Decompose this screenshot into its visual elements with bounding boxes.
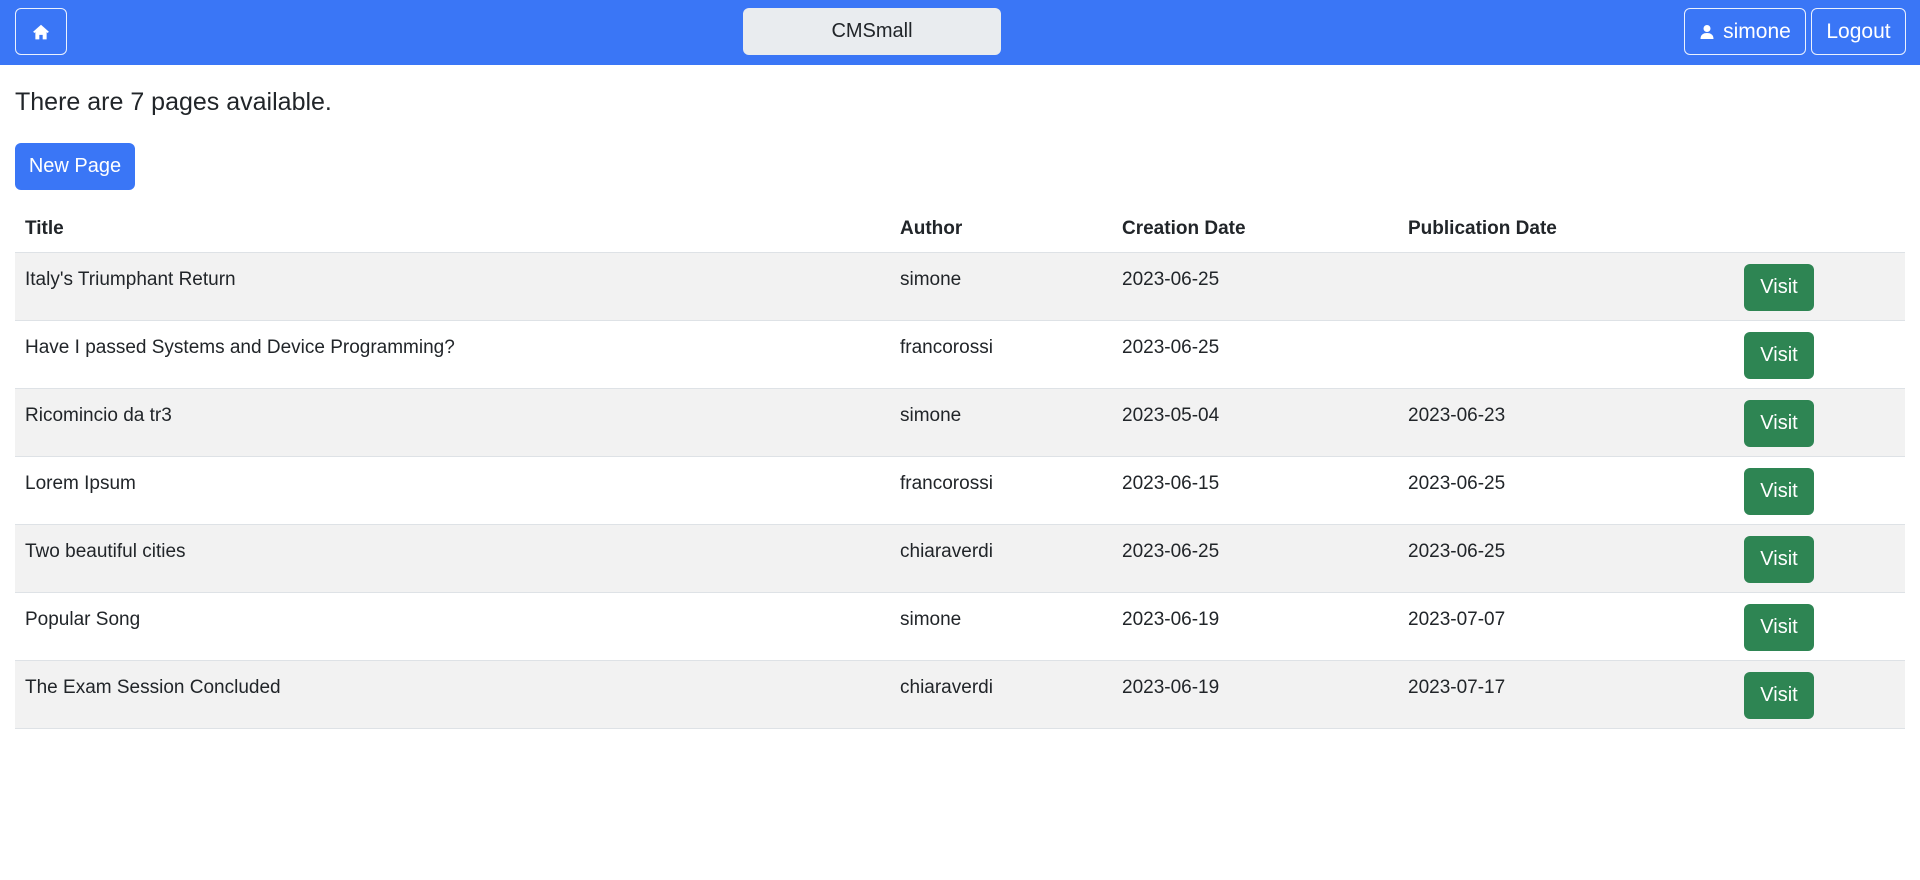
visit-button[interactable]: Visit (1744, 604, 1814, 651)
cell-creation-date: 2023-06-25 (1122, 269, 1220, 290)
header-publication-date: Publication Date (1408, 218, 1557, 239)
cell-title: The Exam Session Concluded (25, 677, 281, 698)
table-row: Two beautiful cities chiaraverdi 2023-06-2… (15, 525, 1905, 593)
cell-creation-date: 2023-06-15 (1122, 473, 1220, 494)
cell-publication-date: 2023-06-23 (1408, 405, 1506, 426)
cell-author: simone (900, 405, 962, 426)
visit-button[interactable]: Visit (1744, 468, 1814, 515)
new-page-button[interactable]: New Page (15, 143, 135, 190)
user-button[interactable]: simone (1684, 8, 1806, 55)
cell-creation-date: 2023-05-04 (1122, 405, 1220, 426)
table-body: Italy's Triumphant Return simone 2023-06-2… (15, 253, 1905, 729)
cell-creation-date: 2023-06-25 (1122, 337, 1220, 358)
cell-author: francorossi (900, 337, 993, 358)
table-row: Italy's Triumphant Return simone 2023-06-2… (15, 253, 1905, 321)
cell-publication-date: 2023-06-25 (1408, 541, 1506, 562)
cell-author: chiaraverdi (900, 677, 993, 698)
cell-title: Popular Song (25, 609, 141, 630)
username-label: simone (1723, 19, 1791, 43)
cell-author: francorossi (900, 473, 993, 494)
app-brand[interactable]: CMSmall (743, 8, 1001, 55)
visit-button[interactable]: Visit (1744, 672, 1814, 719)
house-icon (32, 23, 50, 41)
person-icon (1699, 24, 1715, 40)
cell-title: Lorem Ipsum (25, 473, 136, 494)
cell-publication-date: 2023-07-07 (1408, 609, 1506, 630)
cell-creation-date: 2023-06-19 (1122, 677, 1220, 698)
header-creation-date: Creation Date (1122, 218, 1246, 239)
visit-button[interactable]: Visit (1744, 264, 1814, 311)
visit-button[interactable]: Visit (1744, 400, 1814, 447)
visit-button[interactable]: Visit (1744, 332, 1814, 379)
cell-title: Ricomincio da tr3 (25, 405, 172, 426)
cell-creation-date: 2023-06-25 (1122, 541, 1220, 562)
cell-author: chiaraverdi (900, 541, 993, 562)
cell-creation-date: 2023-06-19 (1122, 609, 1220, 630)
cell-author: simone (900, 609, 962, 630)
cell-title: Have I passed Systems and Device Program… (25, 337, 455, 358)
table-row: Lorem Ipsum francorossi 2023-06-15 2023-06-… (15, 457, 1905, 525)
navbar: CMSmall simone Logout (0, 0, 1920, 65)
cell-publication-date: 2023-07-17 (1408, 677, 1506, 698)
header-author: Author (900, 218, 963, 239)
table-row: Have I passed Systems and Device Program… (15, 321, 1905, 389)
logout-button[interactable]: Logout (1811, 8, 1906, 55)
table-row: Ricomincio da tr3 simone 2023-05-04 2023-06… (15, 389, 1905, 457)
table-row: The Exam Session Concluded chiaraverdi 202… (15, 661, 1905, 729)
cell-author: simone (900, 269, 962, 290)
cell-publication-date: 2023-06-25 (1408, 473, 1506, 494)
cell-title: Italy's Triumphant Return (25, 269, 236, 290)
visit-button[interactable]: Visit (1744, 536, 1814, 583)
header-title: Title (25, 218, 64, 239)
pages-summary: There are 7 pages available. (15, 88, 332, 116)
cell-title: Two beautiful cities (25, 541, 186, 562)
table-header: Title Author Creation Date Publication D… (15, 206, 1905, 253)
pages-table: Title Author Creation Date Publication D… (15, 206, 1905, 729)
home-button[interactable] (15, 8, 67, 55)
table-row: Popular Song simone 2023-06-19 2023-07-07 Vi… (15, 593, 1905, 661)
